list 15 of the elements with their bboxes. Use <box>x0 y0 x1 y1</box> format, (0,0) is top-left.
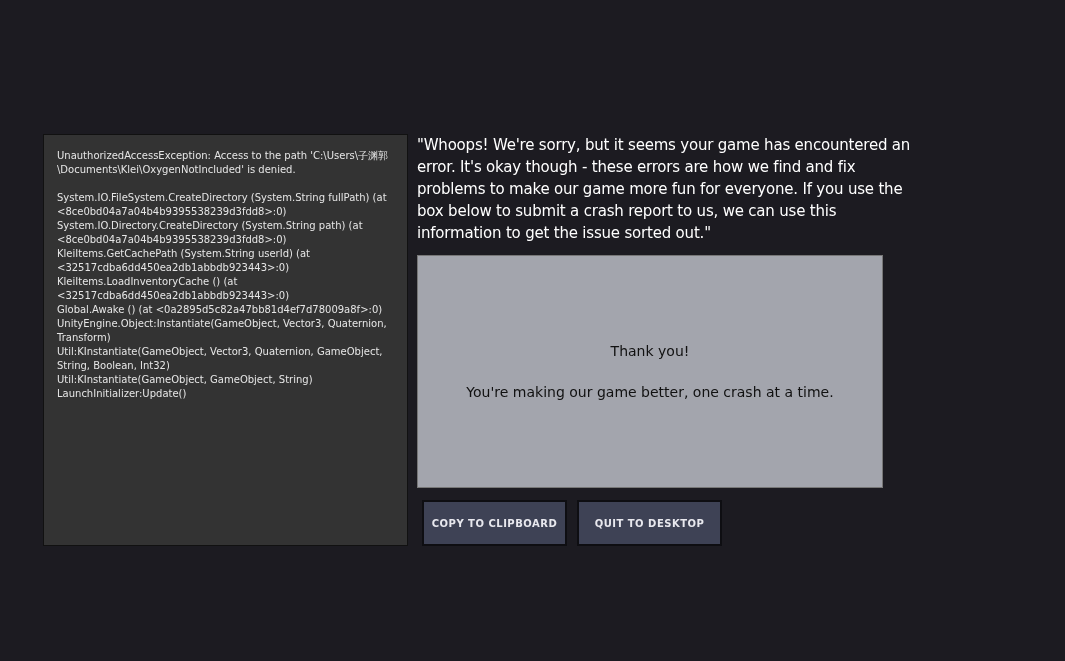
stack-trace-line: System.IO.FileSystem.CreateDirectory (System.String fullPath) (at <8ce0bd04a7a04b4b9395538239d3fdd8>:0) <box>57 191 388 219</box>
stack-trace-line: LaunchInitializer:Update() <box>57 387 188 401</box>
stack-trace-line: Util:KInstantiate(GameObject, Vector3, Quaternion, GameObject, String, Boolean, Int32) <box>57 345 384 373</box>
thank-you-message: You're making our game better, one crash at a time. <box>466 382 834 402</box>
stack-trace-line: System.IO.Directory.CreateDirectory (System.String path) (at <8ce0bd04a7a04b4b9395538239d3fdd8>:0) <box>57 219 364 247</box>
stack-trace-line: KleiItems.LoadInventoryCache () (at <32517cdba6dd450ea2db1abbdb923443>:0) <box>57 275 291 303</box>
stack-trace-line: Global.Awake () (at <0a2895d5c82a47bb81d4ef7d78009a8f>:0) <box>57 303 384 317</box>
apology-text: "Whoops! We're sorry, but it seems your game has encountered an error. It's okay though - these errors are how we find and fix problems to make our game more fun for everyone. If you use the box below to submit a crash report to us, we can use this information to get the issue sorted out." <box>417 135 912 244</box>
error-message: UnauthorizedAccessException: Access to the path 'C:\Users\子渊郭\Documents\Klei\OxygenNotIncluded' is denied. <box>57 149 390 177</box>
stack-trace-line: UnityEngine.Object:Instantiate(GameObject, Vector3, Quaternion, Transform) <box>57 317 388 345</box>
action-button[interactable]: COPY TO CLIPBOARD <box>422 500 567 546</box>
thank-you-title: Thank you! <box>610 341 690 361</box>
action-button[interactable]: QUIT TO DESKTOP <box>577 500 722 546</box>
stack-trace-line: KleiItems.GetCachePath (System.String userId) (at <32517cdba6dd450ea2db1abbdb923443>:0) <box>57 247 312 275</box>
stack-trace-line: Util:KInstantiate(GameObject, GameObject, String) <box>57 373 314 387</box>
